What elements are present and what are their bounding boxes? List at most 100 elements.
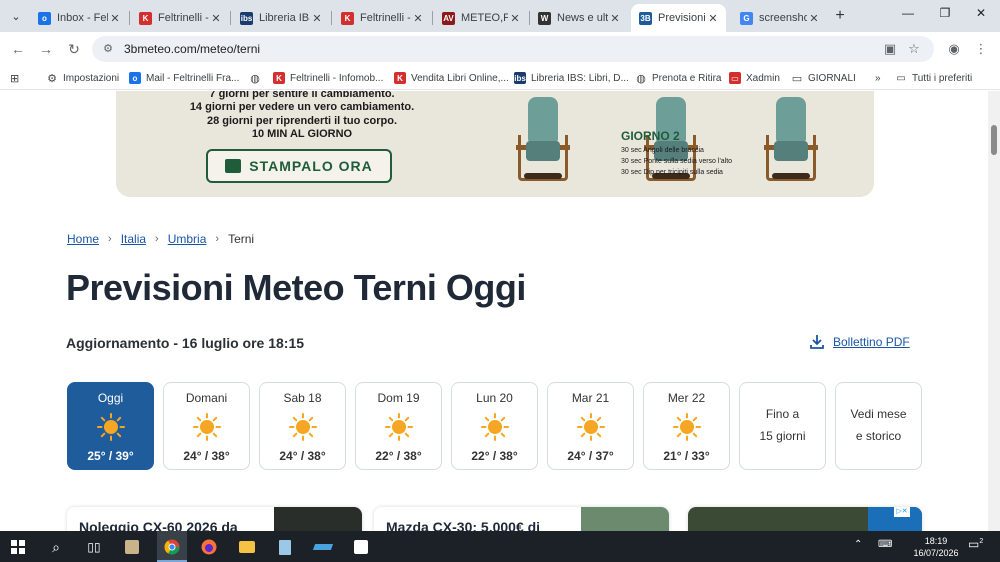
bookmark-item[interactable]: ⚙ Impostazioni xyxy=(46,71,119,85)
forward-icon[interactable]: → xyxy=(37,40,55,58)
tab-title: Feltrinelli - xyxy=(158,12,209,24)
menu-kebab-icon[interactable]: ⋮ xyxy=(972,41,990,59)
address-bar[interactable]: ⚙ 3bmeteo.com/meteo/terni ▣ ☆ xyxy=(92,36,934,62)
page-scrollbar[interactable] xyxy=(988,91,1000,531)
tab-favicon-icon: W xyxy=(538,11,551,25)
more-bookmarks-button[interactable]: » xyxy=(875,71,881,85)
breadcrumb-home[interactable]: Home xyxy=(67,232,99,246)
forecast-day-card[interactable]: Dom 19 22° / 38° xyxy=(355,382,442,470)
adchoices-icon[interactable]: ▷✕ xyxy=(894,507,910,517)
forecast-day-card[interactable]: Mar 21 24° / 37° xyxy=(547,382,634,470)
reload-icon[interactable]: ↻ xyxy=(65,40,83,58)
ad-line: 7 giorni per sentire il cambiamento. xyxy=(209,91,395,100)
new-tab-button[interactable]: + xyxy=(831,7,849,25)
sun-icon xyxy=(385,413,413,441)
breadcrumb-italia[interactable]: Italia xyxy=(121,232,146,246)
app-icon[interactable] xyxy=(351,537,371,557)
breadcrumb: Home › Italia › Umbria › Terni xyxy=(67,232,254,246)
tab-title: Previsioni xyxy=(658,12,706,24)
forecast-day-card[interactable]: Oggi 25° / 39° xyxy=(67,382,154,470)
bookmark-item[interactable]: ibs Libreria IBS: Libri, D... xyxy=(514,71,629,85)
tray-chevron-up-icon[interactable]: ⌃ xyxy=(854,539,862,550)
url-text[interactable]: 3bmeteo.com/meteo/terni xyxy=(124,42,260,56)
link-line: e storico xyxy=(855,429,902,443)
ad-print-button[interactable]: STAMPALO ORA xyxy=(206,149,392,183)
news-card[interactable]: Mazda CX-30: 5.000€ di xyxy=(374,507,669,531)
tab-close-icon[interactable]: ✕ xyxy=(411,12,425,25)
forecast-15-days-button[interactable]: Fino a 15 giorni xyxy=(739,382,826,470)
close-window-icon[interactable]: ✕ xyxy=(971,6,991,20)
back-icon[interactable]: ← xyxy=(9,40,27,58)
file-explorer-icon[interactable] xyxy=(237,537,257,557)
month-history-button[interactable]: Vedi mese e storico xyxy=(835,382,922,470)
apps-grid-icon[interactable]: ⊞ xyxy=(10,71,19,85)
chrome-icon[interactable] xyxy=(162,537,182,557)
tab-close-icon[interactable]: ✕ xyxy=(706,12,720,25)
site-info-icon[interactable]: ⚙ xyxy=(101,42,115,56)
tab-separator xyxy=(331,11,332,25)
profile-icon[interactable]: ◉ xyxy=(945,41,963,59)
tab-close-icon[interactable]: ✕ xyxy=(608,12,622,25)
ibs-icon: ibs xyxy=(514,72,526,84)
bookmark-star-icon[interactable]: ☆ xyxy=(906,41,922,57)
news-card[interactable]: Noleggio CX-60 2026 da xyxy=(67,507,362,531)
browser-tab[interactable]: ibs Libreria IBS:✕ xyxy=(232,4,330,32)
tab-close-icon[interactable]: ✕ xyxy=(310,12,324,25)
bookmark-item[interactable]: ◍ Prenota e Ritira xyxy=(635,71,721,85)
bookmark-item[interactable]: K Feltrinelli - Infomob... xyxy=(273,71,383,85)
windows-start-icon[interactable] xyxy=(8,537,28,557)
tab-close-icon[interactable]: ✕ xyxy=(807,12,821,25)
keyboard-icon[interactable]: ⌨ xyxy=(878,539,892,550)
bookmark-item[interactable]: ▭ Xadmin xyxy=(729,71,780,85)
ad-exercise: 30 sec Ponte sulla sedia verso l'alto xyxy=(621,158,733,165)
tab-close-icon[interactable]: ✕ xyxy=(508,12,522,25)
link-line: Fino a xyxy=(765,407,800,421)
app-icon[interactable] xyxy=(312,537,334,557)
bookmark-item[interactable]: ◍ xyxy=(249,71,266,85)
bookmark-label: Prenota e Ritira xyxy=(652,72,722,84)
search-icon[interactable]: ⌕ xyxy=(46,537,66,557)
all-favorites-button[interactable]: ▭ Tutti i preferiti xyxy=(895,71,972,85)
breadcrumb-current: Terni xyxy=(228,232,255,246)
tab-separator xyxy=(230,11,231,25)
bookmark-item[interactable]: o Mail - Feltrinelli Fra... xyxy=(129,71,239,85)
notifications-icon[interactable]: ▭2 xyxy=(968,537,983,551)
tab-favicon-icon: 3B xyxy=(639,11,652,25)
forecast-day-card[interactable]: Mer 22 21° / 33° xyxy=(643,382,730,470)
cast-icon[interactable]: ▣ xyxy=(882,41,898,57)
scrollbar-thumb[interactable] xyxy=(991,125,997,155)
forecast-day-card[interactable]: Domani 24° / 38° xyxy=(163,382,250,470)
ad-day-title: GIORNO 2 xyxy=(621,129,680,143)
outlook-icon: o xyxy=(129,72,141,84)
tab-close-icon[interactable]: ✕ xyxy=(108,12,122,25)
chevron-right-icon: › xyxy=(155,233,159,245)
notepad-icon[interactable] xyxy=(275,537,295,557)
ad-figure-image xyxy=(760,91,822,183)
tab-title: METEO,FELT xyxy=(461,12,508,24)
app-icon[interactable] xyxy=(122,537,142,557)
taskbar-clock[interactable]: 18:19 16/07/2026 xyxy=(908,535,964,559)
sun-icon xyxy=(289,413,317,441)
browser-tab[interactable]: Gscreenshot✕ xyxy=(732,4,827,32)
browser-tab[interactable]: o Inbox - Feltr✕ xyxy=(30,4,128,32)
browser-tab[interactable]: W News e ulti ✕ xyxy=(530,4,628,32)
bookmark-item[interactable]: K Vendita Libri Online,... xyxy=(394,71,509,85)
ad-banner[interactable]: 7 giorni per sentire il cambiamento. 14 … xyxy=(116,91,874,197)
bookmark-item[interactable]: ▭ GIORNALI xyxy=(791,71,856,85)
browser-tab[interactable]: K Feltrinelli - ✕ xyxy=(333,4,431,32)
browser-tab[interactable]: 3B Previsioni ✕ xyxy=(631,4,726,32)
browser-tab[interactable]: K Feltrinelli - ✕ xyxy=(131,4,229,32)
task-view-icon[interactable]: ▯▯ xyxy=(84,537,104,557)
tab-title: Libreria IBS: xyxy=(259,12,310,24)
browser-tab[interactable]: AV METEO,FELT✕ xyxy=(434,4,528,32)
forecast-day-card[interactable]: Lun 20 22° / 38° xyxy=(451,382,538,470)
minimize-icon[interactable]: — xyxy=(898,6,918,20)
restore-icon[interactable]: ❐ xyxy=(935,6,955,20)
ad-card[interactable] xyxy=(688,507,922,531)
tab-search-chevron-icon[interactable]: ⌄ xyxy=(6,6,26,26)
tab-close-icon[interactable]: ✕ xyxy=(209,12,223,25)
firefox-icon[interactable] xyxy=(199,537,219,557)
forecast-day-card[interactable]: Sab 18 24° / 38° xyxy=(259,382,346,470)
breadcrumb-umbria[interactable]: Umbria xyxy=(168,232,207,246)
pdf-bulletin-link[interactable]: Bollettino PDF xyxy=(809,334,910,350)
